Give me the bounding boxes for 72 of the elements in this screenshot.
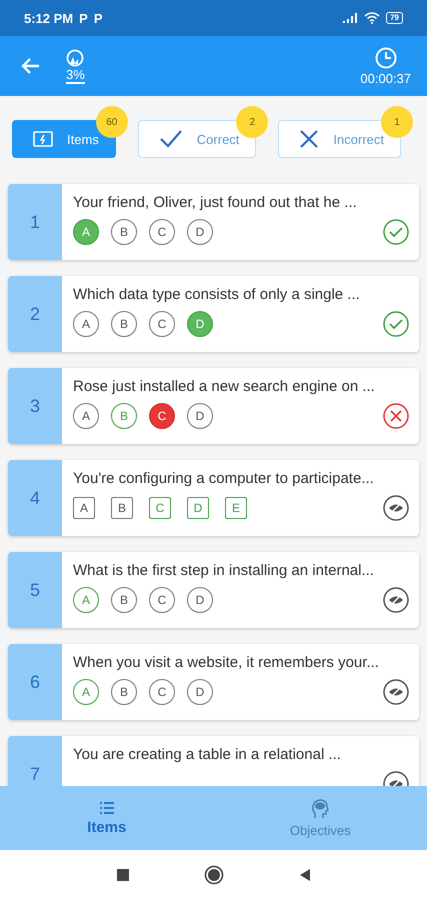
question-card[interactable]: 2 Which data type consists of only a single ... A B C D	[8, 276, 419, 352]
screen-icon	[33, 131, 53, 147]
eye-hidden-icon[interactable]	[383, 587, 409, 613]
answer-option: A	[73, 403, 99, 429]
question-card[interactable]: 5 What is the first step in installing an internal... A B C D	[8, 552, 419, 628]
head-icon	[311, 798, 330, 818]
question-text: What is the first step in installing an internal...	[73, 562, 375, 579]
question-number: 6	[8, 644, 62, 720]
answer-option: B	[111, 587, 137, 613]
notification-icon: P	[94, 10, 102, 26]
answer-option: D	[187, 311, 213, 337]
question-text: When you visit a website, it remembers your...	[73, 654, 380, 671]
progress-gauge-icon	[66, 48, 84, 66]
answer-option: D	[187, 219, 213, 245]
question-text: You're configuring a computer to participate...	[73, 470, 375, 487]
back-icon[interactable]	[298, 868, 312, 882]
timer-text: 00:00:37	[360, 70, 411, 86]
answer-option: C	[149, 497, 171, 519]
answer-option: D	[187, 587, 213, 613]
answer-option: A	[73, 219, 99, 245]
answer-option: D	[187, 497, 209, 519]
answer-option: B	[111, 311, 137, 337]
question-text: Your friend, Oliver, just found out that he ...	[73, 194, 358, 211]
home-icon[interactable]	[204, 865, 224, 885]
answer-option: C	[149, 311, 175, 337]
question-text: Which data type consists of only a single ...	[73, 286, 361, 303]
answer-option: A	[73, 311, 99, 337]
question-number: 5	[8, 552, 62, 628]
question-number: 7	[8, 736, 62, 786]
eye-hidden-icon[interactable]	[383, 679, 409, 705]
question-card[interactable]: 6 When you visit a website, it remembers your... A B C D	[8, 644, 419, 720]
answer-option: D	[187, 679, 213, 705]
answer-option: A	[73, 587, 99, 613]
question-card[interactable]: 1 Your friend, Oliver, just found out that he ... A B C D	[8, 184, 419, 260]
signal-icon	[342, 12, 358, 24]
question-number: 2	[8, 276, 62, 352]
question-number: 1	[8, 184, 62, 260]
question-card[interactable]: 3 Rose just installed a new search engine on ... A B C D	[8, 368, 419, 444]
answer-option: C	[149, 587, 175, 613]
answer-option: B	[111, 497, 133, 519]
question-card[interactable]: 4 You're configuring a computer to participate... A B C D E	[8, 460, 419, 536]
answer-option: C	[149, 403, 175, 429]
cross-circle-icon	[383, 403, 409, 429]
count-badge: 60	[96, 106, 128, 138]
question-card[interactable]: 7 You are creating a table in a relational ...	[8, 736, 419, 786]
answer-option: E	[225, 497, 247, 519]
eye-hidden-icon[interactable]	[383, 495, 409, 521]
notification-icon: P	[79, 10, 88, 26]
answer-option: B	[111, 679, 137, 705]
battery-icon: 79	[386, 12, 403, 24]
answer-option: C	[149, 679, 175, 705]
question-number: 3	[8, 368, 62, 444]
close-icon	[299, 129, 320, 149]
answer-option: B	[111, 219, 137, 245]
wifi-icon	[364, 12, 380, 24]
question-text: You are creating a table in a relational ...	[73, 746, 342, 763]
question-number: 4	[8, 460, 62, 536]
check-icon	[158, 129, 183, 149]
back-button[interactable]	[20, 57, 40, 75]
clock-icon	[374, 46, 397, 68]
recents-icon[interactable]	[116, 868, 130, 882]
progress-percent: 3%	[66, 66, 85, 84]
answer-option: D	[187, 403, 213, 429]
answer-option: C	[149, 219, 175, 245]
answer-option: B	[111, 403, 137, 429]
answer-option: A	[73, 679, 99, 705]
check-circle-icon	[383, 311, 409, 337]
question-text: Rose just installed a new search engine on ...	[73, 378, 376, 395]
list-icon	[98, 800, 115, 814]
status-time: 5:12 PM	[24, 10, 74, 26]
check-circle-icon	[383, 219, 409, 245]
answer-option: A	[73, 497, 95, 519]
